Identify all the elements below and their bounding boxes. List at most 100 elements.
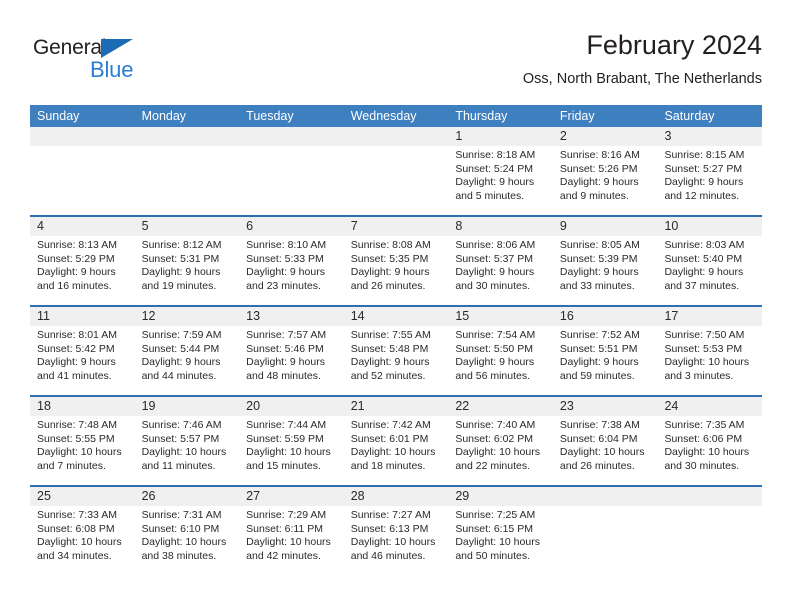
daylight-text: and 37 minutes.	[664, 280, 740, 293]
daylight-text: and 44 minutes.	[141, 370, 217, 383]
page-title: February 2024	[586, 30, 762, 60]
sunset-text: Sunset: 5:29 PM	[37, 252, 115, 265]
sunset-text: Sunset: 5:55 PM	[37, 432, 115, 445]
day-number[interactable]: 13	[239, 307, 344, 326]
day-number[interactable]: 9	[553, 217, 658, 236]
day-cell[interactable]: Sunrise: 8:06 AM Sunset: 5:37 PM Daylight:…	[448, 236, 553, 305]
day-number[interactable]: 6	[239, 217, 344, 236]
sunset-text: Sunset: 5:48 PM	[350, 342, 429, 355]
day-number-band: 25 26 27 28 29	[30, 487, 762, 506]
day-cell[interactable]: Sunrise: 7:55 AM Sunset: 5:48 PM Daylight:…	[344, 326, 449, 395]
day-cell[interactable]: Sunrise: 7:42 AM Sunset: 6:01 PM Daylight:…	[344, 416, 449, 485]
sunset-text: Sunset: 5:33 PM	[246, 252, 324, 265]
day-number[interactable]: 7	[344, 217, 449, 236]
day-cell[interactable]: Sunrise: 7:29 AM Sunset: 6:11 PM Daylight:…	[239, 506, 344, 575]
sunrise-text: Sunrise: 7:55 AM	[350, 329, 431, 341]
day-number[interactable]: 22	[448, 397, 553, 416]
day-number[interactable]: 10	[657, 217, 762, 236]
day-number[interactable]: 5	[135, 217, 240, 236]
day-number[interactable]: 4	[30, 217, 135, 236]
daylight-text: Daylight: 10 hours	[246, 446, 331, 459]
day-cell[interactable]: Sunrise: 7:27 AM Sunset: 6:13 PM Daylight:…	[344, 506, 449, 575]
day-number-band: 18 19 20 21 22 23 24	[30, 397, 762, 416]
day-cell[interactable]: Sunrise: 7:33 AM Sunset: 6:08 PM Daylight:…	[30, 506, 135, 575]
day-number[interactable]: 25	[30, 487, 135, 506]
sunset-text: Sunset: 5:24 PM	[455, 162, 533, 175]
day-cell[interactable]: Sunrise: 8:01 AM Sunset: 5:42 PM Daylight:…	[30, 326, 135, 395]
day-cell[interactable]: Sunrise: 7:38 AM Sunset: 6:04 PM Daylight:…	[553, 416, 658, 485]
sunrise-text: Sunrise: 7:31 AM	[141, 509, 222, 521]
day-number[interactable]: 23	[553, 397, 658, 416]
day-cell-empty	[553, 487, 658, 506]
sunrise-text: Sunrise: 7:52 AM	[559, 329, 640, 341]
daylight-text: Daylight: 10 hours	[350, 446, 436, 459]
sunrise-text: Sunrise: 7:35 AM	[664, 419, 745, 431]
day-number[interactable]: 16	[553, 307, 658, 326]
day-cell[interactable]: Sunrise: 8:16 AM Sunset: 5:26 PM Daylight:…	[553, 146, 658, 215]
daylight-text: Daylight: 9 hours	[559, 356, 639, 369]
sunrise-text: Sunrise: 7:42 AM	[350, 419, 431, 431]
day-number[interactable]: 15	[448, 307, 553, 326]
day-cell[interactable]: Sunrise: 8:15 AM Sunset: 5:27 PM Daylight:…	[657, 146, 762, 215]
daylight-text: and 16 minutes.	[37, 280, 112, 293]
day-cell[interactable]: Sunrise: 8:10 AM Sunset: 5:33 PM Daylight:…	[239, 236, 344, 305]
day-cell[interactable]: Sunrise: 7:59 AM Sunset: 5:44 PM Daylight:…	[135, 326, 240, 395]
day-number[interactable]: 2	[553, 127, 658, 146]
day-cell[interactable]: Sunrise: 7:44 AM Sunset: 5:59 PM Daylight:…	[239, 416, 344, 485]
day-details-band: Sunrise: 8:13 AM Sunset: 5:29 PM Daylight:…	[30, 236, 762, 305]
day-cell[interactable]: Sunrise: 7:40 AM Sunset: 6:02 PM Daylight:…	[448, 416, 553, 485]
day-cell[interactable]: Sunrise: 7:52 AM Sunset: 5:51 PM Daylight:…	[553, 326, 658, 395]
day-cell[interactable]: Sunrise: 7:46 AM Sunset: 5:57 PM Daylight:…	[135, 416, 240, 485]
day-number[interactable]: 12	[135, 307, 240, 326]
day-cell[interactable]: Sunrise: 7:57 AM Sunset: 5:46 PM Daylight:…	[239, 326, 344, 395]
day-number[interactable]: 8	[448, 217, 553, 236]
day-number[interactable]: 3	[657, 127, 762, 146]
day-number[interactable]: 18	[30, 397, 135, 416]
daylight-text: Daylight: 9 hours	[664, 266, 744, 279]
day-cell[interactable]: Sunrise: 7:25 AM Sunset: 6:15 PM Daylight:…	[448, 506, 553, 575]
day-cell[interactable]: Sunrise: 7:50 AM Sunset: 5:53 PM Daylight:…	[657, 326, 762, 395]
sunset-text: Sunset: 6:13 PM	[350, 522, 429, 535]
day-number[interactable]: 19	[135, 397, 240, 416]
day-cell[interactable]: Sunrise: 7:54 AM Sunset: 5:50 PM Daylight:…	[448, 326, 553, 395]
day-number[interactable]: 21	[344, 397, 449, 416]
sunset-text: Sunset: 5:35 PM	[350, 252, 429, 265]
daylight-text: and 52 minutes.	[350, 370, 426, 383]
sunrise-text: Sunrise: 8:05 AM	[559, 239, 640, 251]
sunset-text: Sunset: 5:26 PM	[559, 162, 638, 175]
day-number[interactable]: 20	[239, 397, 344, 416]
day-number[interactable]: 11	[30, 307, 135, 326]
sunrise-text: Sunrise: 8:13 AM	[37, 239, 117, 251]
day-number[interactable]: 1	[448, 127, 553, 146]
day-cell[interactable]: Sunrise: 8:13 AM Sunset: 5:29 PM Daylight:…	[30, 236, 135, 305]
day-number[interactable]: 17	[657, 307, 762, 326]
daylight-text: Daylight: 9 hours	[350, 266, 430, 279]
day-number-band: 4 5 6 7 8 9 10	[30, 217, 762, 236]
day-cell[interactable]: Sunrise: 8:08 AM Sunset: 5:35 PM Daylight:…	[344, 236, 449, 305]
title-block: February 2024 Oss, North Brabant, The Ne…	[523, 28, 762, 90]
day-number[interactable]: 28	[344, 487, 449, 506]
day-number[interactable]: 27	[239, 487, 344, 506]
daylight-text: and 15 minutes.	[246, 460, 321, 473]
week-row: 1 2 3 Sunrise: 8:18 AM Sunset: 5:24 PM Daylig…	[30, 127, 762, 215]
sunset-text: Sunset: 5:59 PM	[246, 432, 324, 445]
day-number-band: 123	[30, 127, 762, 146]
day-cell[interactable]: Sunrise: 8:18 AM Sunset: 5:24 PM Daylight:…	[448, 146, 553, 215]
day-number[interactable]: 24	[657, 397, 762, 416]
day-number[interactable]: 29	[448, 487, 553, 506]
day-cell-empty	[30, 146, 135, 215]
daylight-text: and 42 minutes.	[246, 550, 321, 563]
day-cell[interactable]: Sunrise: 8:05 AM Sunset: 5:39 PM Daylight:…	[553, 236, 658, 305]
daylight-text: Daylight: 9 hours	[559, 266, 639, 279]
day-cell[interactable]: Sunrise: 7:35 AM Sunset: 6:06 PM Daylight:…	[657, 416, 762, 485]
day-cell[interactable]: Sunrise: 8:03 AM Sunset: 5:40 PM Daylight:…	[657, 236, 762, 305]
day-cell[interactable]: Sunrise: 7:31 AM Sunset: 6:10 PM Daylight:…	[135, 506, 240, 575]
day-number[interactable]: 14	[344, 307, 449, 326]
day-cell[interactable]: Sunrise: 7:48 AM Sunset: 5:55 PM Daylight:…	[30, 416, 135, 485]
day-cell[interactable]: Sunrise: 8:12 AM Sunset: 5:31 PM Daylight:…	[135, 236, 240, 305]
day-number[interactable]: 26	[135, 487, 240, 506]
page-header: General Blue February 2024 Oss, North Br…	[30, 28, 762, 100]
daylight-text: Daylight: 9 hours	[664, 176, 744, 189]
daylight-text: Daylight: 10 hours	[664, 446, 750, 459]
sunrise-text: Sunrise: 7:27 AM	[350, 509, 431, 521]
